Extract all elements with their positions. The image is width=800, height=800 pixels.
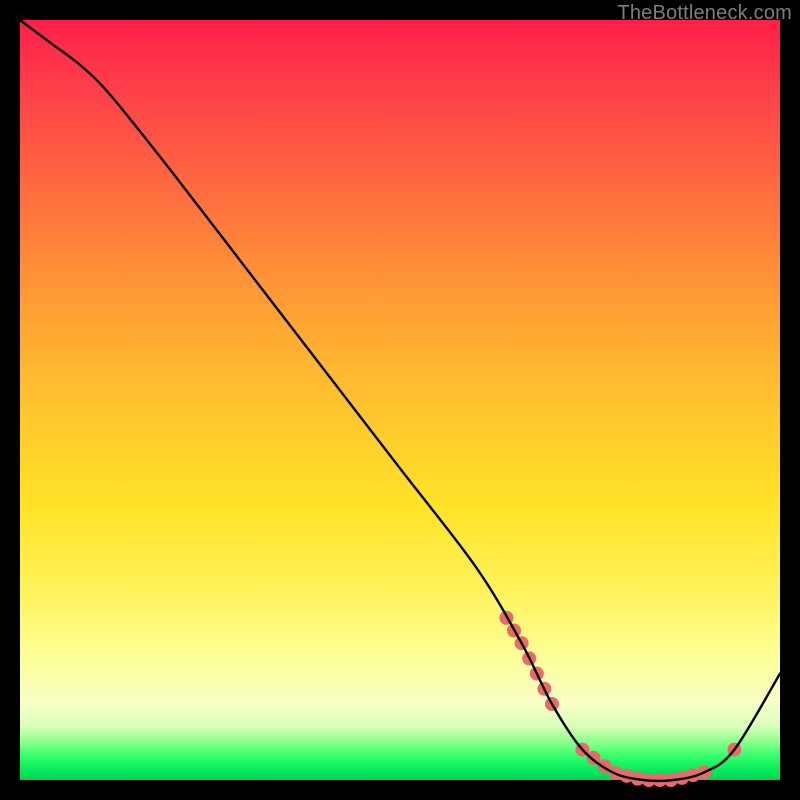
highlight-dots-group: [499, 611, 741, 787]
watermark-text: TheBottleneck.com: [617, 2, 792, 25]
chart-stage: TheBottleneck.com: [0, 0, 800, 800]
chart-plot-area: [20, 20, 780, 780]
bottleneck-curve: [20, 20, 780, 781]
chart-svg: [20, 20, 780, 780]
